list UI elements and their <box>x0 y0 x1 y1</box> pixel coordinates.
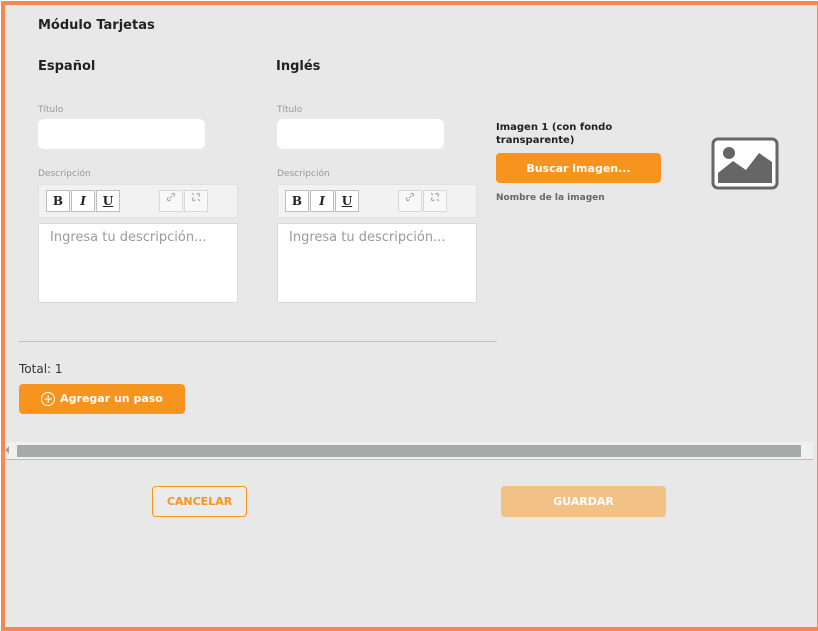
spanish-heading: Español <box>38 59 96 74</box>
plus-circle-icon: + <box>41 392 56 406</box>
save-button[interactable]: GUARDAR <box>501 486 666 517</box>
english-description-label: Descripción <box>277 169 330 179</box>
english-editor-toolbar: B I U <box>277 184 477 218</box>
spanish-title-input[interactable] <box>38 119 205 149</box>
spanish-description-editor[interactable]: Ingresa tu descripción... <box>38 223 238 303</box>
add-step-button[interactable]: + Agregar un paso <box>19 384 185 414</box>
cancel-button[interactable]: CANCELAR <box>152 486 247 517</box>
link-icon <box>166 192 176 202</box>
horizontal-scrollbar[interactable] <box>5 442 813 460</box>
add-step-label: Agregar un paso <box>60 392 163 405</box>
image-name-label: Nombre de la imagen <box>496 193 605 203</box>
divider <box>19 341 497 342</box>
spanish-description-label: Descripción <box>38 169 91 179</box>
link-icon <box>405 192 415 202</box>
english-italic-button[interactable]: I <box>310 190 334 212</box>
english-title-label: Título <box>277 105 303 115</box>
spanish-italic-button[interactable]: I <box>71 190 95 212</box>
spanish-title-label: Título <box>38 105 64 115</box>
spanish-underline-button[interactable]: U <box>96 190 120 212</box>
english-bold-button[interactable]: B <box>285 190 309 212</box>
spanish-unlink-button[interactable] <box>184 190 208 212</box>
english-heading: Inglés <box>276 59 321 74</box>
spanish-bold-button[interactable]: B <box>46 190 70 212</box>
english-underline-button[interactable]: U <box>335 190 359 212</box>
english-unlink-button[interactable] <box>423 190 447 212</box>
english-description-editor[interactable]: Ingresa tu descripción... <box>277 223 477 303</box>
english-title-input[interactable] <box>277 119 444 149</box>
image-label: Imagen 1 (con fondo transparente) <box>496 122 613 146</box>
spanish-link-button[interactable] <box>159 190 183 212</box>
scrollbar-thumb[interactable] <box>17 445 801 457</box>
module-dialog: Módulo Tarjetas Español Título Descripci… <box>1 1 818 631</box>
search-image-button[interactable]: Buscar imagen... <box>496 153 661 183</box>
image-placeholder-icon <box>711 137 779 190</box>
scroll-left-icon[interactable] <box>5 446 9 454</box>
spanish-description-placeholder: Ingresa tu descripción... <box>50 230 207 245</box>
english-link-button[interactable] <box>398 190 422 212</box>
steps-total: Total: 1 <box>19 362 63 376</box>
spanish-editor-toolbar: B I U <box>38 184 238 218</box>
english-description-placeholder: Ingresa tu descripción... <box>289 230 446 245</box>
module-title: Módulo Tarjetas <box>38 18 155 33</box>
unlink-icon <box>191 192 201 202</box>
unlink-icon <box>430 192 440 202</box>
